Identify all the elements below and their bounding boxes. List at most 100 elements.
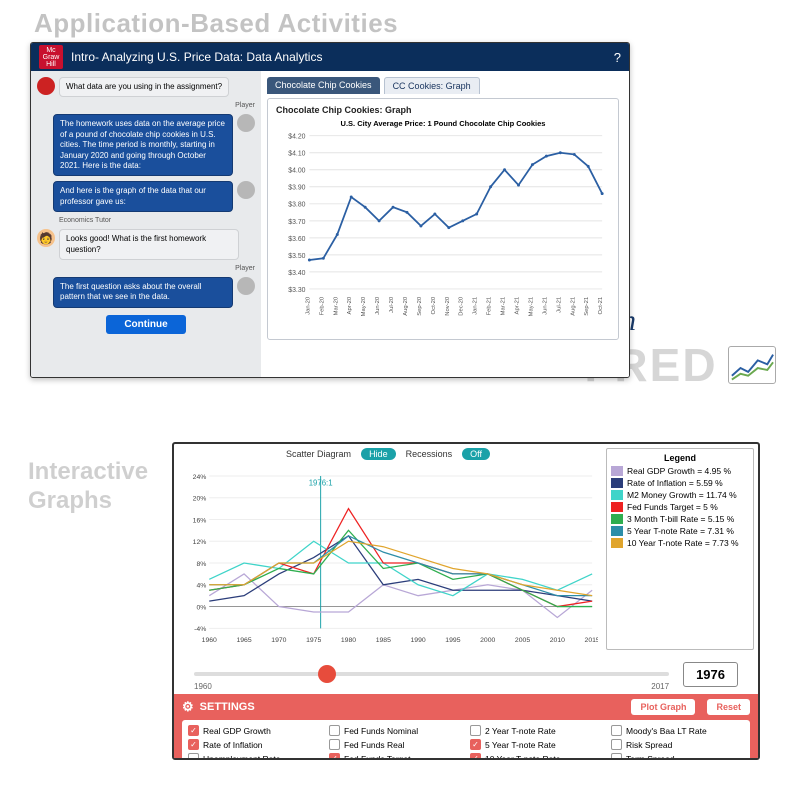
svg-text:20%: 20% xyxy=(193,496,207,503)
chart-card-title: Chocolate Chip Cookies: Graph xyxy=(276,105,610,115)
settings-panel: ⚙ SETTINGS Plot Graph Reset ✓Real GDP Gr… xyxy=(174,694,758,760)
chart-legend: Legend Real GDP Growth = 4.95 % Rate of I… xyxy=(606,448,754,650)
settings-title: SETTINGS xyxy=(200,701,255,713)
avatar-tutor: 🧑 xyxy=(37,229,55,247)
svg-text:Jun-20: Jun-20 xyxy=(375,296,381,315)
svg-text:1975: 1975 xyxy=(306,637,321,644)
svg-text:$3.30: $3.30 xyxy=(288,287,305,294)
app-title: Intro- Analyzing U.S. Price Data: Data A… xyxy=(71,50,322,64)
help-icon[interactable]: ? xyxy=(614,50,621,65)
svg-text:$4.00: $4.00 xyxy=(288,168,305,175)
avatar-player xyxy=(237,277,255,295)
checkbox-fed-funds-real[interactable]: Fed Funds Real xyxy=(329,739,462,750)
tab-cookies-data[interactable]: Chocolate Chip Cookies xyxy=(267,77,380,94)
slider-max-label: 2017 xyxy=(651,682,669,691)
chat-msg: The first question asks about the overal… xyxy=(53,277,233,308)
legend-item: Fed Funds Target = 5 % xyxy=(611,502,749,512)
svg-text:$3.40: $3.40 xyxy=(288,270,305,277)
checkbox-2-year-t-note-rate[interactable]: 2 Year T-note Rate xyxy=(470,725,603,736)
svg-text:16%: 16% xyxy=(193,517,207,524)
svg-text:12%: 12% xyxy=(193,539,207,546)
continue-button[interactable]: Continue xyxy=(106,315,185,334)
svg-text:Sep-20: Sep-20 xyxy=(417,296,423,316)
checkbox-fed-funds-target[interactable]: ✓Fed Funds Target xyxy=(329,753,462,760)
svg-text:1990: 1990 xyxy=(410,637,425,644)
svg-text:Oct-21: Oct-21 xyxy=(598,297,604,315)
legend-title: Legend xyxy=(611,453,749,463)
svg-text:$4.10: $4.10 xyxy=(288,151,305,158)
svg-text:Jan-21: Jan-21 xyxy=(473,297,479,315)
slider-min-label: 1960 xyxy=(194,682,212,691)
svg-text:$3.50: $3.50 xyxy=(288,253,305,260)
role-label: Player xyxy=(37,102,255,109)
svg-text:8%: 8% xyxy=(196,561,206,568)
slider-thumb[interactable] xyxy=(318,665,336,683)
chat-msg: And here is the graph of the data that o… xyxy=(53,181,233,212)
svg-text:2000: 2000 xyxy=(480,637,495,644)
checkbox-risk-spread[interactable]: Risk Spread xyxy=(611,739,744,750)
svg-text:Jul-20: Jul-20 xyxy=(389,296,395,313)
year-value-box: 1976 xyxy=(683,662,738,687)
svg-text:Feb-21: Feb-21 xyxy=(487,297,493,316)
svg-text:Apr-20: Apr-20 xyxy=(347,296,353,314)
svg-text:2010: 2010 xyxy=(550,637,565,644)
checkbox-5-year-t-note-rate[interactable]: ✓5 Year T-note Rate xyxy=(470,739,603,750)
svg-text:0%: 0% xyxy=(196,604,206,611)
legend-item: Real GDP Growth = 4.95 % xyxy=(611,466,749,476)
svg-text:Feb-20: Feb-20 xyxy=(319,296,325,315)
svg-text:1980: 1980 xyxy=(341,637,356,644)
aba-app-window: Mc Graw Hill Intro- Analyzing U.S. Price… xyxy=(30,42,630,378)
checkbox-moody-s-baa-lt-rate[interactable]: Moody's Baa LT Rate xyxy=(611,725,744,736)
legend-item: 5 Year T-note Rate = 7.31 % xyxy=(611,526,749,536)
reset-button[interactable]: Reset xyxy=(707,699,750,715)
fred-chart-icon xyxy=(728,346,776,384)
checkbox-real-gdp-growth[interactable]: ✓Real GDP Growth xyxy=(188,725,321,736)
svg-text:2005: 2005 xyxy=(515,637,530,644)
checkbox-term-spread[interactable]: Term Spread xyxy=(611,753,744,760)
svg-text:Mar-20: Mar-20 xyxy=(333,296,339,315)
avatar-tutor xyxy=(37,77,55,95)
app-header: Mc Graw Hill Intro- Analyzing U.S. Price… xyxy=(31,43,629,71)
svg-text:$3.60: $3.60 xyxy=(288,236,305,243)
svg-text:1995: 1995 xyxy=(445,637,460,644)
gear-icon: ⚙ xyxy=(182,699,194,715)
checkbox-unemployment-rate[interactable]: Unemployment Rate xyxy=(188,753,321,760)
recessions-toggle[interactable]: Off xyxy=(462,448,490,460)
legend-item: 3 Month T-bill Rate = 5.15 % xyxy=(611,514,749,524)
legend-item: Rate of Inflation = 5.59 % xyxy=(611,478,749,488)
svg-text:Jul-21: Jul-21 xyxy=(556,297,562,313)
svg-text:Mar-21: Mar-21 xyxy=(501,297,507,316)
svg-text:May-21: May-21 xyxy=(528,297,534,317)
svg-text:Aug-21: Aug-21 xyxy=(570,297,576,316)
svg-text:24%: 24% xyxy=(193,474,207,481)
checkbox-10-year-t-note-rate[interactable]: ✓10 Year T-note Rate xyxy=(470,753,603,760)
macro-line-chart: 24%20%16%12%8%4%0%-4%1960196519701975198… xyxy=(178,462,598,654)
svg-text:Apr-21: Apr-21 xyxy=(515,297,521,315)
role-label: Economics Tutor xyxy=(37,217,255,224)
chat-msg: Looks good! What is the first homework q… xyxy=(59,229,239,260)
avatar-player xyxy=(237,181,255,199)
cookies-line-chart: $4.20$4.10$4.00$3.90$3.80$3.70$3.60$3.50… xyxy=(276,130,610,330)
svg-text:1985: 1985 xyxy=(376,637,391,644)
svg-text:Oct-20: Oct-20 xyxy=(431,296,437,314)
svg-text:Jan-20: Jan-20 xyxy=(305,296,311,315)
svg-text:1976:1: 1976:1 xyxy=(309,479,333,488)
plot-graph-button[interactable]: Plot Graph xyxy=(631,699,695,715)
checkbox-rate-of-inflation[interactable]: ✓Rate of Inflation xyxy=(188,739,321,750)
year-slider[interactable]: 1960 2017 xyxy=(194,672,669,676)
svg-text:Jun-21: Jun-21 xyxy=(542,297,548,315)
chat-msg: What data are you using in the assignmen… xyxy=(59,77,229,97)
section-title-interactive-graphs: Interactive Graphs xyxy=(28,458,158,516)
tab-cookies-graph[interactable]: CC Cookies: Graph xyxy=(384,77,480,94)
year-slider-row: 1960 2017 1976 xyxy=(174,654,758,694)
legend-item: 10 Year T-note Rate = 7.73 % xyxy=(611,538,749,548)
recessions-label: Recessions xyxy=(406,449,453,459)
svg-text:4%: 4% xyxy=(196,583,206,590)
svg-text:$4.20: $4.20 xyxy=(288,134,305,141)
checkbox-fed-funds-nominal[interactable]: Fed Funds Nominal xyxy=(329,725,462,736)
graph-panel: Chocolate Chip Cookies CC Cookies: Graph… xyxy=(261,71,629,377)
legend-item: M2 Money Growth = 11.74 % xyxy=(611,490,749,500)
svg-text:2015: 2015 xyxy=(585,637,598,644)
scatter-toggle[interactable]: Hide xyxy=(361,448,396,460)
avatar-player xyxy=(237,114,255,132)
